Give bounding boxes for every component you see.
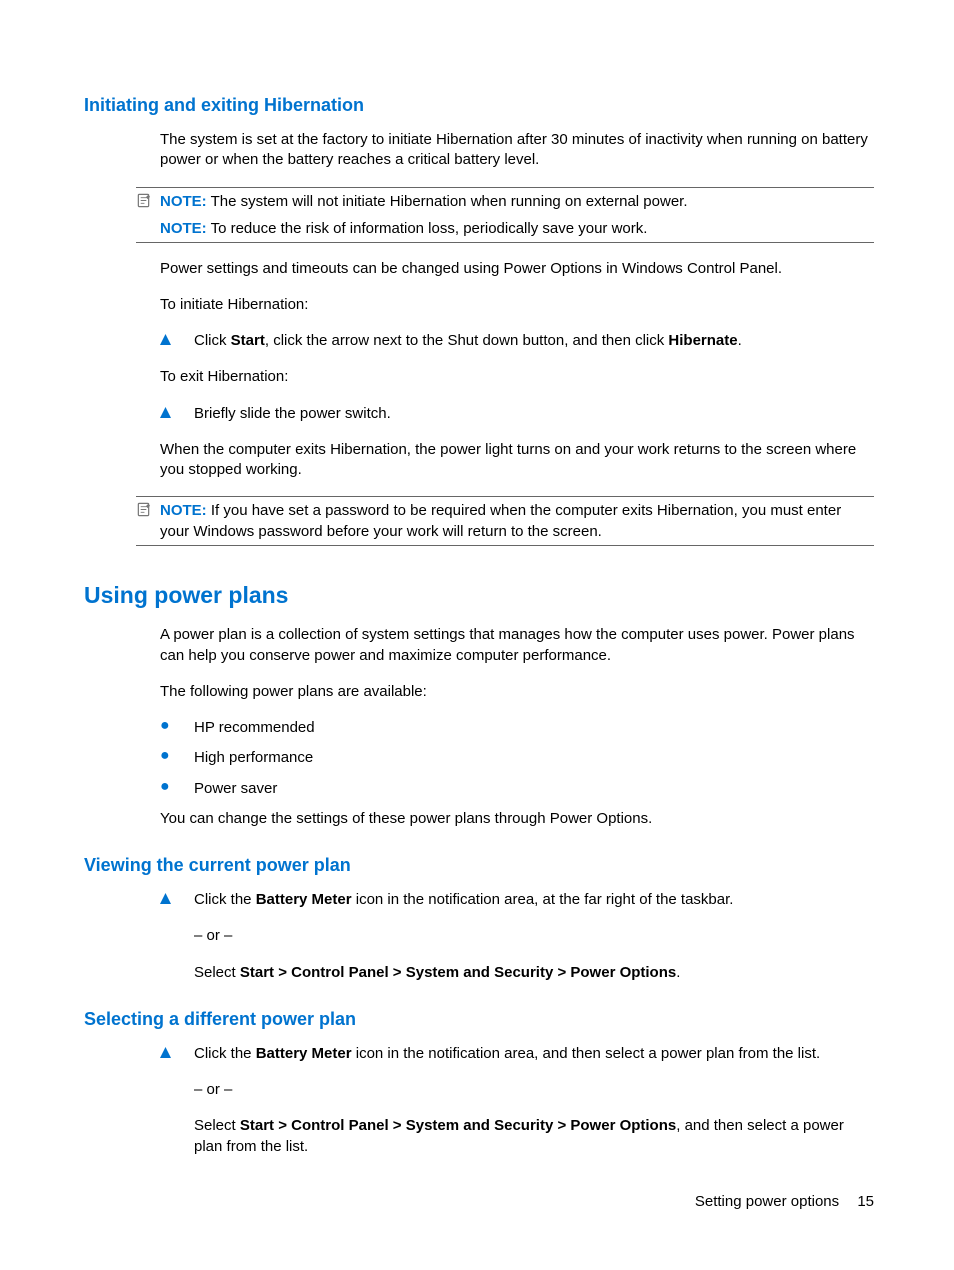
bullet-icon: ●	[160, 718, 194, 734]
step-item: Click the Battery Meter icon in the noti…	[160, 1044, 874, 1064]
paragraph: Power settings and timeouts can be chang…	[160, 259, 874, 316]
note-icon	[136, 191, 160, 208]
heading-viewing-plan: Viewing the current power plan	[84, 855, 874, 876]
text: The system is set at the factory to init…	[160, 130, 874, 171]
list-item: ● High performance	[160, 748, 874, 768]
note-label: NOTE:	[160, 193, 207, 210]
heading-selecting-plan: Selecting a different power plan	[84, 1009, 874, 1030]
paragraph: You can change the settings of these pow…	[160, 809, 874, 829]
triangle-icon	[160, 404, 194, 424]
bullet-icon: ●	[160, 779, 194, 795]
footer-page-number: 15	[857, 1193, 874, 1210]
document-page: Initiating and exiting Hibernation The s…	[0, 0, 954, 1270]
step-text: Briefly slide the power switch.	[194, 404, 874, 424]
text: A power plan is a collection of system s…	[160, 625, 874, 666]
note-content: NOTE: The system will not initiate Hiber…	[160, 191, 874, 239]
note-text: If you have set a password to be require…	[160, 502, 841, 540]
paragraph: To exit Hibernation:	[160, 367, 874, 387]
text: You can change the settings of these pow…	[160, 809, 874, 829]
alt-text: Select Start > Control Panel > System an…	[194, 1116, 874, 1157]
note-box: NOTE: The system will not initiate Hiber…	[136, 187, 874, 243]
triangle-icon	[160, 331, 194, 351]
alt-text: Select Start > Control Panel > System an…	[194, 963, 874, 983]
heading-power-plans: Using power plans	[84, 582, 874, 609]
page-footer: Setting power options 15	[695, 1193, 874, 1210]
text: To initiate Hibernation:	[160, 295, 874, 315]
list-item: ● Power saver	[160, 779, 874, 799]
list-text: High performance	[194, 748, 874, 768]
paragraph: When the computer exits Hibernation, the…	[160, 440, 874, 481]
step-text: Click the Battery Meter icon in the noti…	[194, 890, 874, 910]
text: To exit Hibernation:	[160, 367, 874, 387]
note-icon	[136, 500, 160, 517]
paragraph: A power plan is a collection of system s…	[160, 625, 874, 702]
step-item: Click the Battery Meter icon in the noti…	[160, 890, 874, 910]
step-text: Click the Battery Meter icon in the noti…	[194, 1044, 874, 1064]
or-text: – or –	[194, 926, 874, 946]
note-content: NOTE: If you have set a password to be r…	[160, 500, 874, 542]
step-item: Click Start, click the arrow next to the…	[160, 331, 874, 351]
list-item: ● HP recommended	[160, 718, 874, 738]
list-text: Power saver	[194, 779, 874, 799]
note-text: The system will not initiate Hibernation…	[211, 193, 688, 210]
step-item: Briefly slide the power switch.	[160, 404, 874, 424]
heading-hibernation: Initiating and exiting Hibernation	[84, 95, 874, 116]
note-text: To reduce the risk of information loss, …	[211, 220, 648, 237]
note-label: NOTE:	[160, 502, 207, 519]
text: When the computer exits Hibernation, the…	[160, 440, 874, 481]
step-text: Click Start, click the arrow next to the…	[194, 331, 874, 351]
list-text: HP recommended	[194, 718, 874, 738]
text: Power settings and timeouts can be chang…	[160, 259, 874, 279]
text: The following power plans are available:	[160, 682, 874, 702]
note-box: NOTE: If you have set a password to be r…	[136, 496, 874, 546]
paragraph: The system is set at the factory to init…	[160, 130, 874, 171]
footer-section: Setting power options	[695, 1193, 839, 1210]
note-label: NOTE:	[160, 220, 207, 237]
or-text: – or –	[194, 1080, 874, 1100]
bullet-icon: ●	[160, 748, 194, 764]
triangle-icon	[160, 1044, 194, 1064]
triangle-icon	[160, 890, 194, 910]
